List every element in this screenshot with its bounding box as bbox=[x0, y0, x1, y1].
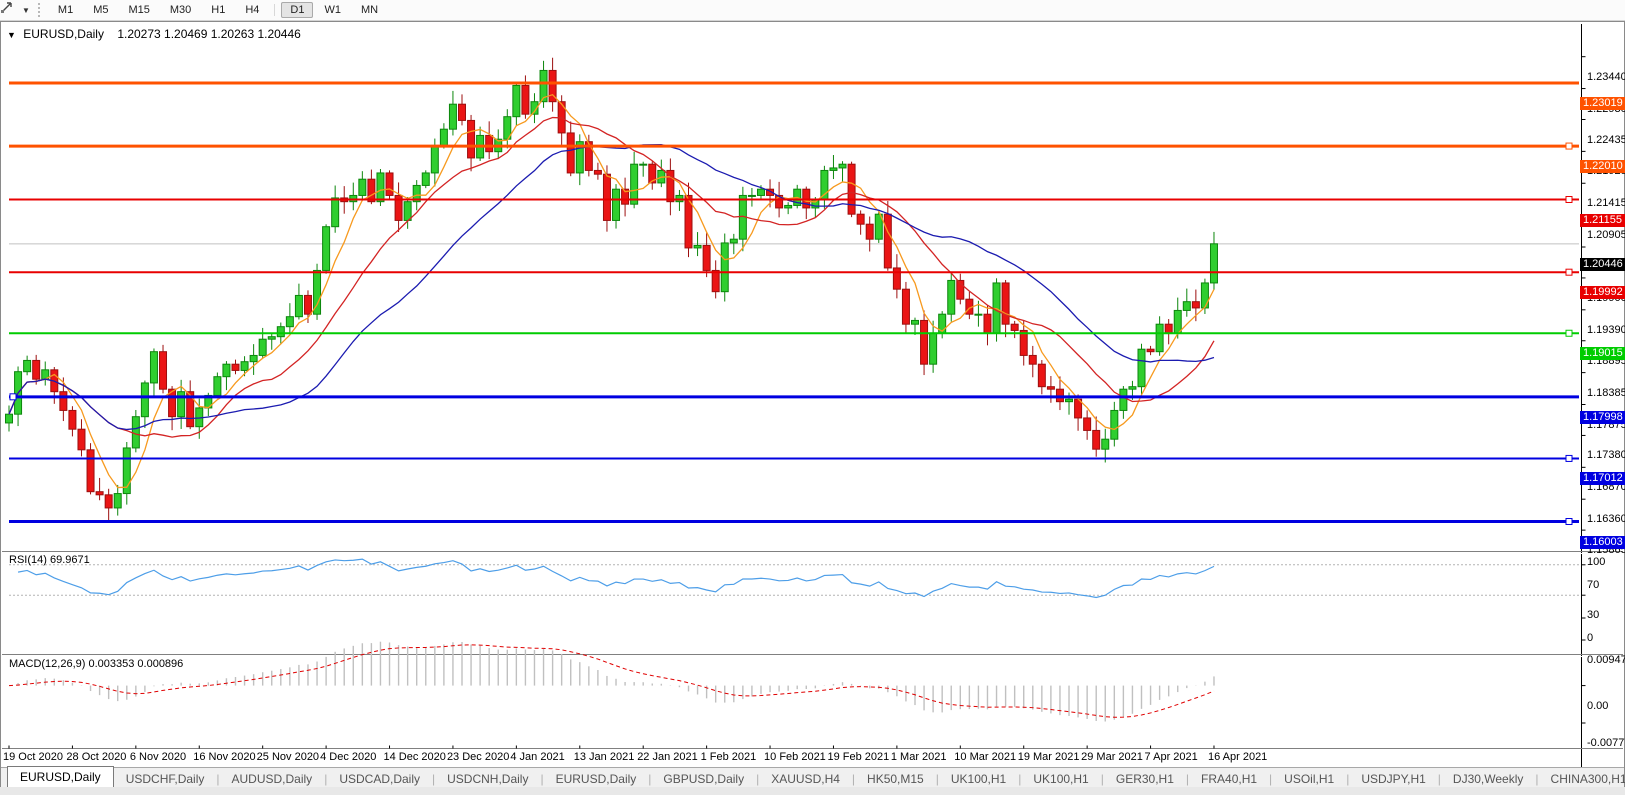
chart-tab-usdcad-daily[interactable]: USDCAD,Daily bbox=[327, 769, 432, 789]
price-axis-tick: 1.21415 bbox=[1587, 197, 1625, 210]
rsi-axis-tick: 0 bbox=[1587, 632, 1594, 644]
timeframe-button-mn[interactable]: MN bbox=[352, 2, 387, 18]
price-axis-tick: 1.22435 bbox=[1587, 133, 1625, 146]
date-axis-label: 23 Dec 2020 bbox=[446, 751, 510, 763]
date-axis-label: 28 Oct 2020 bbox=[66, 751, 127, 763]
price-level-tag: 1.17012 bbox=[1580, 472, 1625, 486]
rsi-axis-tick: 100 bbox=[1587, 556, 1606, 568]
date-axis-label: 19 Oct 2020 bbox=[3, 751, 63, 763]
chart-tab-usdjpy-h1[interactable]: USDJPY,H1 bbox=[1349, 769, 1437, 789]
macd-axis-tick: 0.00 bbox=[1587, 699, 1609, 712]
chart-tab-xauusd-h4[interactable]: XAUUSD,H4 bbox=[759, 769, 852, 789]
date-axis-label: 4 Dec 2020 bbox=[320, 751, 377, 763]
date-axis-label: 25 Nov 2020 bbox=[256, 751, 320, 763]
timeframe-button-w1[interactable]: W1 bbox=[315, 2, 350, 18]
timeframe-button-m5[interactable]: M5 bbox=[84, 2, 117, 18]
date-axis-label: 7 Apr 2021 bbox=[1144, 751, 1198, 763]
date-axis-label: 22 Jan 2021 bbox=[637, 751, 698, 763]
price-axis-tick: 1.18385 bbox=[1587, 386, 1625, 399]
macd-axis-tick: 0.009478 bbox=[1587, 654, 1625, 666]
ohlc-quote: 1.20273 1.20469 1.20263 1.20446 bbox=[117, 27, 301, 41]
chart-tab-uk100-h1[interactable]: UK100,H1 bbox=[939, 769, 1018, 789]
status-strip bbox=[0, 787, 1625, 795]
chevron-down-icon[interactable]: ▼ bbox=[22, 6, 30, 15]
rsi-axis-tick: 30 bbox=[1587, 609, 1600, 622]
chart-window[interactable]: ▼ EURUSD,Daily 1.20273 1.20469 1.20263 1… bbox=[0, 21, 1625, 789]
date-axis-label: 6 Nov 2020 bbox=[129, 751, 187, 763]
chart-tab-fra40-h1[interactable]: FRA40,H1 bbox=[1189, 769, 1269, 789]
chart-tab-usdchf-daily[interactable]: USDCHF,Daily bbox=[114, 769, 217, 789]
rsi-label: RSI(14) 69.9671 bbox=[9, 554, 90, 566]
current-price-tag: 1.20446 bbox=[1580, 257, 1625, 271]
toolbar-grip[interactable] bbox=[37, 3, 40, 17]
price-axis-tick: 1.16360 bbox=[1587, 513, 1625, 526]
crosshair-cursor-icon[interactable] bbox=[1, 2, 22, 18]
price-axis-tick: 1.19390 bbox=[1587, 323, 1625, 336]
date-axis-label: 10 Feb 2021 bbox=[764, 751, 826, 763]
price-axis-tick: 1.17380 bbox=[1587, 449, 1625, 462]
timeframe-button-m15[interactable]: M15 bbox=[119, 2, 158, 18]
chart-title: ▼ EURUSD,Daily 1.20273 1.20469 1.20263 1… bbox=[7, 27, 301, 41]
timeframe-button-d1[interactable]: D1 bbox=[281, 2, 314, 18]
metatrader-window: ▼ M1 M5 M15 M30 H1 H4 D1 W1 MN ▼ EURUSD,Daily 1.… bbox=[0, 0, 1625, 795]
timeframe-toolbar: ▼ M1 M5 M15 M30 H1 H4 D1 W1 MN bbox=[0, 0, 1625, 21]
timeframe-button-h1[interactable]: H1 bbox=[202, 2, 234, 18]
price-level-tag: 1.23019 bbox=[1580, 97, 1625, 110]
chart-tab-bar: EURUSD,Daily USDCHF,Daily | AUDUSD,Daily | US… bbox=[1, 766, 1625, 789]
toolbar-separator bbox=[274, 4, 276, 16]
date-axis-label: 1 Feb 2021 bbox=[700, 751, 757, 763]
price-level-tag: 1.19992 bbox=[1580, 286, 1625, 300]
symbol-dropdown-icon[interactable]: ▼ bbox=[7, 30, 16, 40]
rsi-axis-tick: 70 bbox=[1587, 578, 1600, 591]
chart-tab-audusd-daily[interactable]: AUDUSD,Daily bbox=[220, 769, 325, 789]
chart-tab-eurusd-daily[interactable]: EURUSD,Daily bbox=[544, 769, 649, 789]
chart-tab-ger30-h1[interactable]: GER30,H1 bbox=[1104, 769, 1186, 789]
price-level-tag: 1.21155 bbox=[1580, 213, 1625, 227]
date-axis-label: 14 Dec 2020 bbox=[383, 751, 446, 763]
chart-tab-gbpusd-daily[interactable]: GBPUSD,Daily bbox=[651, 769, 756, 789]
price-level-tag: 1.22010 bbox=[1580, 160, 1625, 174]
price-level-tag: 1.17998 bbox=[1580, 410, 1625, 424]
date-axis-label: 19 Mar 2021 bbox=[1017, 751, 1080, 763]
chart-tab-usdcnh-daily[interactable]: USDCNH,Daily bbox=[435, 769, 540, 789]
chart-canvas[interactable] bbox=[1, 22, 1624, 788]
date-axis-label: 10 Mar 2021 bbox=[954, 751, 1017, 763]
chart-tab-dj30-weekly[interactable]: DJ30,Weekly bbox=[1441, 769, 1535, 789]
date-axis-label: 16 Apr 2021 bbox=[1207, 751, 1268, 763]
date-axis-label: 29 Mar 2021 bbox=[1081, 751, 1143, 763]
macd-axis-tick: -0.007778 bbox=[1587, 737, 1625, 749]
price-axis-tick: 1.23440 bbox=[1587, 70, 1625, 83]
macd-label: MACD(12,26,9) 0.003353 0.000896 bbox=[9, 658, 184, 670]
chart-tab-uk100-h1[interactable]: UK100,H1 bbox=[1021, 769, 1100, 789]
timeframe-button-m1[interactable]: M1 bbox=[49, 2, 82, 18]
symbol-label: EURUSD,Daily bbox=[23, 27, 104, 41]
chart-tab-usoil-h1[interactable]: USOil,H1 bbox=[1272, 769, 1346, 789]
chart-tab-eurusd-daily[interactable]: EURUSD,Daily bbox=[7, 766, 114, 789]
timeframe-button-h4[interactable]: H4 bbox=[236, 2, 268, 18]
date-axis-label: 4 Jan 2021 bbox=[510, 751, 565, 763]
date-axis-label: 19 Feb 2021 bbox=[827, 751, 890, 763]
chart-tab-hk50-m15[interactable]: HK50,M15 bbox=[855, 769, 936, 789]
chart-tab-china300-h1[interactable]: CHINA300,H1 bbox=[1539, 769, 1625, 789]
price-level-tag: 1.19015 bbox=[1580, 347, 1625, 361]
timeframe-button-m30[interactable]: M30 bbox=[161, 2, 200, 18]
date-axis-label: 13 Jan 2021 bbox=[573, 751, 635, 763]
date-axis-label: 1 Mar 2021 bbox=[890, 751, 947, 763]
price-axis-tick: 1.20905 bbox=[1587, 229, 1625, 242]
price-level-tag: 1.16003 bbox=[1580, 535, 1625, 549]
date-axis-label: 16 Nov 2020 bbox=[193, 751, 256, 763]
